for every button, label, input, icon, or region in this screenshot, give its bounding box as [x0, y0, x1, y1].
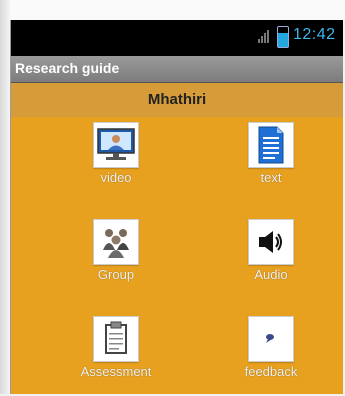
- group-icon: [93, 219, 139, 265]
- subheader-title: Mhathiri: [147, 91, 207, 108]
- video-icon: [93, 122, 139, 168]
- app-title: Research guide: [15, 60, 120, 76]
- menu-item-group[interactable]: Group: [56, 219, 176, 299]
- top-chrome: [10, 0, 345, 20]
- battery-icon: [277, 26, 289, 48]
- menu-item-video[interactable]: video: [56, 122, 176, 202]
- menu-item-feedback[interactable]: feedback: [211, 316, 331, 396]
- clipboard-icon: [93, 316, 139, 362]
- speaker-icon: [248, 219, 294, 265]
- menu-item-label: feedback: [244, 364, 298, 379]
- clock: 12:42: [293, 26, 336, 43]
- subheader: Mhathiri: [11, 83, 343, 117]
- window-frame: [0, 0, 11, 394]
- status-bar: 12:42: [11, 20, 343, 56]
- speech-bubble-icon: [248, 316, 294, 362]
- menu-item-label: Assessment: [80, 364, 152, 379]
- signal-icon: [258, 30, 269, 43]
- menu-item-text[interactable]: text: [211, 122, 331, 202]
- menu-item-label: video: [100, 170, 132, 185]
- menu-item-label: text: [260, 170, 282, 185]
- menu-item-label: Audio: [254, 267, 288, 282]
- document-icon: [248, 122, 294, 168]
- menu-item-audio[interactable]: Audio: [211, 219, 331, 299]
- phone-screen: 12:42 Research guide Mhathiri video text…: [11, 20, 343, 394]
- menu-item-assessment[interactable]: Assessment: [56, 316, 176, 396]
- app-title-bar: Research guide: [11, 56, 343, 83]
- menu-item-label: Group: [97, 267, 135, 282]
